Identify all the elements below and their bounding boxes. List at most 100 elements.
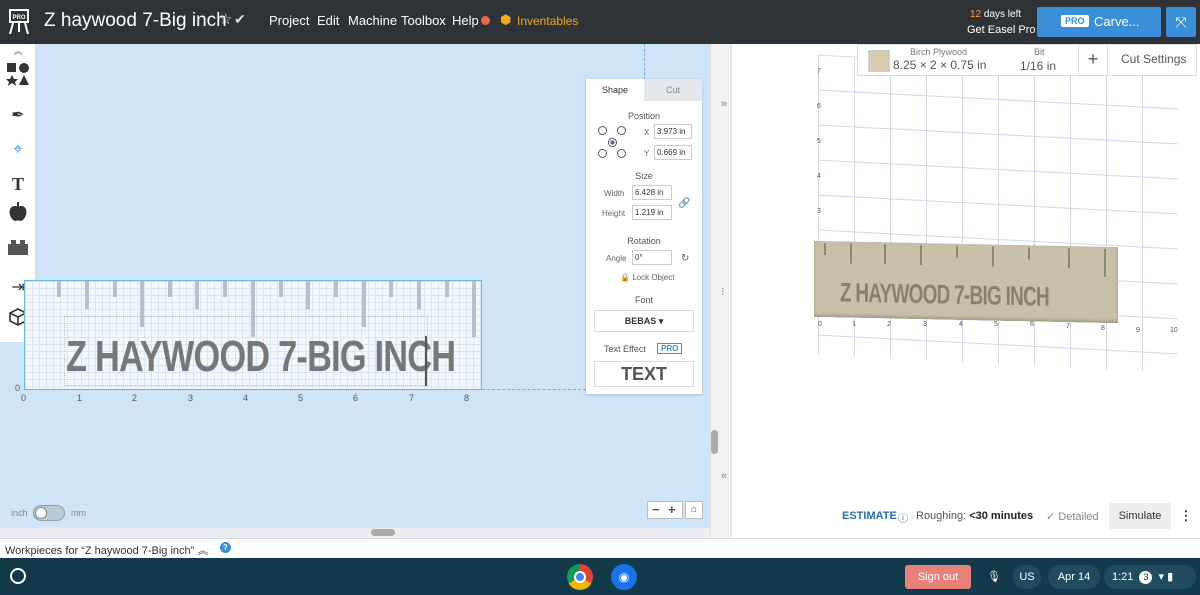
y-position-field[interactable]: 0.669 in [654,145,692,160]
x-axis-label: 6 [353,393,359,403]
shapes-tool-icon[interactable] [0,62,36,96]
simulate-button[interactable]: Simulate [1109,503,1171,529]
splitter-dots-icon: ⁝ [721,286,725,298]
vertical-scrollbar[interactable] [711,430,718,454]
position-heading: Position [627,111,661,121]
point-tool-icon[interactable]: ⌖ [0,133,36,167]
easel-logo-icon[interactable]: PRO [7,6,31,36]
menu-toolbox[interactable]: Toolbox [401,13,446,28]
carve-button[interactable]: PRO Carve... [1037,7,1161,37]
home-view-icon[interactable]: ⌂ [685,501,703,519]
menu-edit[interactable]: Edit [317,13,339,28]
launcher-icon[interactable] [10,568,26,584]
expand-up-icon[interactable]: ︽ [197,545,208,557]
ruler-tick [445,281,449,297]
lock-object-toggle[interactable]: 🔒 Lock Object [620,273,674,282]
zoom-in-button[interactable]: + [668,502,676,517]
cut-settings-button[interactable]: Cut Settings [1121,52,1186,66]
width-label: Width [604,189,625,198]
detailed-estimate[interactable]: ✓ Detailed [1046,510,1099,523]
keyboard-layout[interactable]: US [1013,565,1041,589]
get-easel-pro-link[interactable]: Get Easel Pro [967,24,1035,36]
board-tick [956,245,958,258]
link-proportions-icon[interactable]: 🔗 [678,198,690,209]
unit-toggle[interactable] [33,505,65,521]
anchor-bottom-left[interactable] [598,149,607,158]
anchor-top-right[interactable] [617,126,626,135]
material-name[interactable]: Birch Plywood [910,47,967,57]
ruler-tick [279,281,283,297]
size-heading: Size [635,171,653,181]
board-tick [824,243,826,256]
material-dimensions[interactable]: 8.25 × 2 × 0.75 in [893,58,986,72]
workpieces-bar[interactable]: Workpieces for “Z haywood 7-Big inch” ︽ … [0,538,1200,558]
inventables-icon[interactable]: ⬢ [500,13,513,27]
x-axis-label: 1 [77,393,83,403]
preview-x-label: 9 [1136,327,1140,334]
zoom-out-button[interactable]: − [652,502,660,517]
ruler-tick [334,281,338,297]
workpieces-help-icon[interactable]: ? [220,542,231,553]
icon-library-apple-icon[interactable] [0,201,36,235]
angle-field[interactable]: 0° [632,250,672,265]
x-axis-label: 5 [298,393,304,403]
x-position-field[interactable]: 3.973 in [654,124,692,139]
anchor-top-left[interactable] [598,126,607,135]
expand-left-icon[interactable]: « [721,470,727,482]
design-text[interactable]: Z HAYWOOD 7-BIG INCH [66,332,456,382]
collapse-toolbar-icon[interactable]: ︽ [0,44,36,58]
menu-machine[interactable]: Machine [348,13,397,28]
info-icon[interactable]: ⓘ [898,510,908,525]
ruler-tick [472,281,476,337]
top-bar: PRO Z haywood 7-Big inch ☆ ✔ Project Edi… [0,0,1200,44]
x-axis-label: 4 [243,393,249,403]
menu-help[interactable]: Help [452,13,479,28]
help-notification-dot [481,16,490,25]
date-display[interactable]: Apr 14 [1048,565,1100,589]
pen-tool-icon[interactable]: ✒ [0,99,36,133]
ruler-tick [223,281,227,297]
status-tray[interactable]: 1:21 3 ▾ ▮ [1104,565,1196,589]
material-swatch[interactable] [868,50,890,72]
camera-app-icon[interactable]: ◉ [611,564,637,590]
more-options-icon[interactable]: ⋮ [1176,503,1196,529]
inventables-link[interactable]: Inventables [517,14,578,28]
text-tool-icon[interactable]: T [0,167,36,201]
add-bit-button[interactable]: + [1078,45,1108,75]
text-effect-preview[interactable]: TEXT [594,361,694,387]
height-label: Height [602,209,626,218]
anchor-bottom-right[interactable] [617,149,626,158]
3d-preview[interactable]: 7 6 5 4 3 Z HAYWOOD 7-BIG INCH 0 1 2 3 4… [732,44,1200,538]
tab-shape[interactable]: Shape [586,79,644,101]
roughing-value: <30 minutes [969,510,1034,522]
os-shelf: ◉ Sign out 🎙 US Apr 14 1:21 3 ▾ ▮ [0,558,1200,595]
carved-board-preview: Z HAYWOOD 7-BIG INCH [814,240,1118,324]
ruler-tick [389,281,393,297]
anchor-center[interactable] [608,138,617,147]
saved-check-icon: ✔ [234,11,246,27]
tab-cut[interactable]: Cut [644,79,702,101]
height-field[interactable]: 1.219 in [632,205,672,220]
preview-grid [818,54,1178,374]
unit-mm-label: mm [71,508,86,518]
fullscreen-button[interactable]: ⤧ [1166,7,1196,37]
ruler-tick [85,281,89,309]
microphone-icon[interactable]: 🎙 [984,565,1004,589]
reset-rotation-icon[interactable]: ↻ [681,253,689,264]
horizontal-scrollbar-track[interactable] [0,528,710,538]
menu-project[interactable]: Project [269,13,309,28]
notification-count: 3 [1139,571,1153,584]
apps-lego-icon[interactable] [0,235,36,269]
bit-size[interactable]: 1/16 in [1020,59,1056,73]
estimate-label[interactable]: ESTIMATE [842,510,897,522]
font-dropdown[interactable]: BEBAS ▾ [594,310,694,332]
star-icon[interactable]: ☆ [219,10,232,28]
width-field[interactable]: 6.428 in [632,185,672,200]
horizontal-scrollbar[interactable] [371,529,395,536]
document-title[interactable]: Z haywood 7-Big inch [44,10,227,32]
sign-out-button[interactable]: Sign out [905,565,971,589]
roughing-estimate: Roughing: <30 minutes [916,510,1033,522]
chrome-browser-icon[interactable] [567,564,593,590]
expand-right-icon[interactable]: » [721,98,727,110]
expand-icon: ⤧ [1175,14,1187,30]
